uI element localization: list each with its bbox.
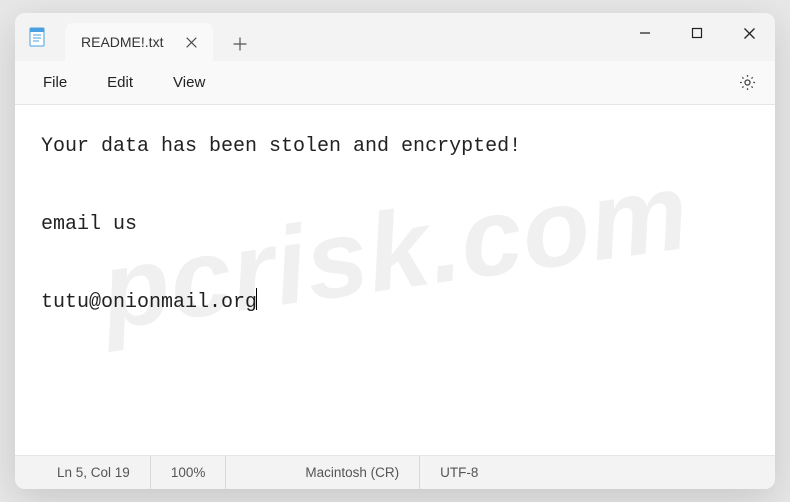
status-spacer: [225, 456, 285, 489]
menu-file[interactable]: File: [23, 68, 87, 97]
close-window-button[interactable]: [723, 13, 775, 53]
editor-line: email us: [41, 213, 137, 236]
menu-view[interactable]: View: [153, 68, 225, 97]
text-editor[interactable]: Your data has been stolen and encrypted!…: [15, 105, 775, 455]
editor-line: tutu@onionmail.org: [41, 291, 257, 314]
window-controls: [619, 13, 775, 61]
status-position[interactable]: Ln 5, Col 19: [37, 456, 150, 489]
status-zoom[interactable]: 100%: [150, 456, 226, 489]
tab-strip: README!.txt: [65, 13, 257, 61]
tab-readme[interactable]: README!.txt: [65, 23, 213, 61]
title-bar: README!.txt: [15, 13, 775, 61]
maximize-button[interactable]: [671, 13, 723, 53]
menu-bar: File Edit View: [15, 61, 775, 105]
new-tab-button[interactable]: [223, 27, 257, 61]
notepad-window: README!.txt File Edit View: [15, 13, 775, 489]
gear-icon[interactable]: [727, 65, 767, 101]
text-cursor: [256, 288, 257, 310]
status-line-ending[interactable]: Macintosh (CR): [285, 456, 419, 489]
editor-line: Your data has been stolen and encrypted!: [41, 135, 521, 158]
menu-edit[interactable]: Edit: [87, 68, 153, 97]
notepad-icon: [27, 27, 47, 47]
minimize-button[interactable]: [619, 13, 671, 53]
status-encoding[interactable]: UTF-8: [419, 456, 498, 489]
close-icon[interactable]: [183, 34, 199, 50]
status-bar: Ln 5, Col 19 100% Macintosh (CR) UTF-8: [15, 455, 775, 489]
tab-title: README!.txt: [81, 34, 163, 50]
